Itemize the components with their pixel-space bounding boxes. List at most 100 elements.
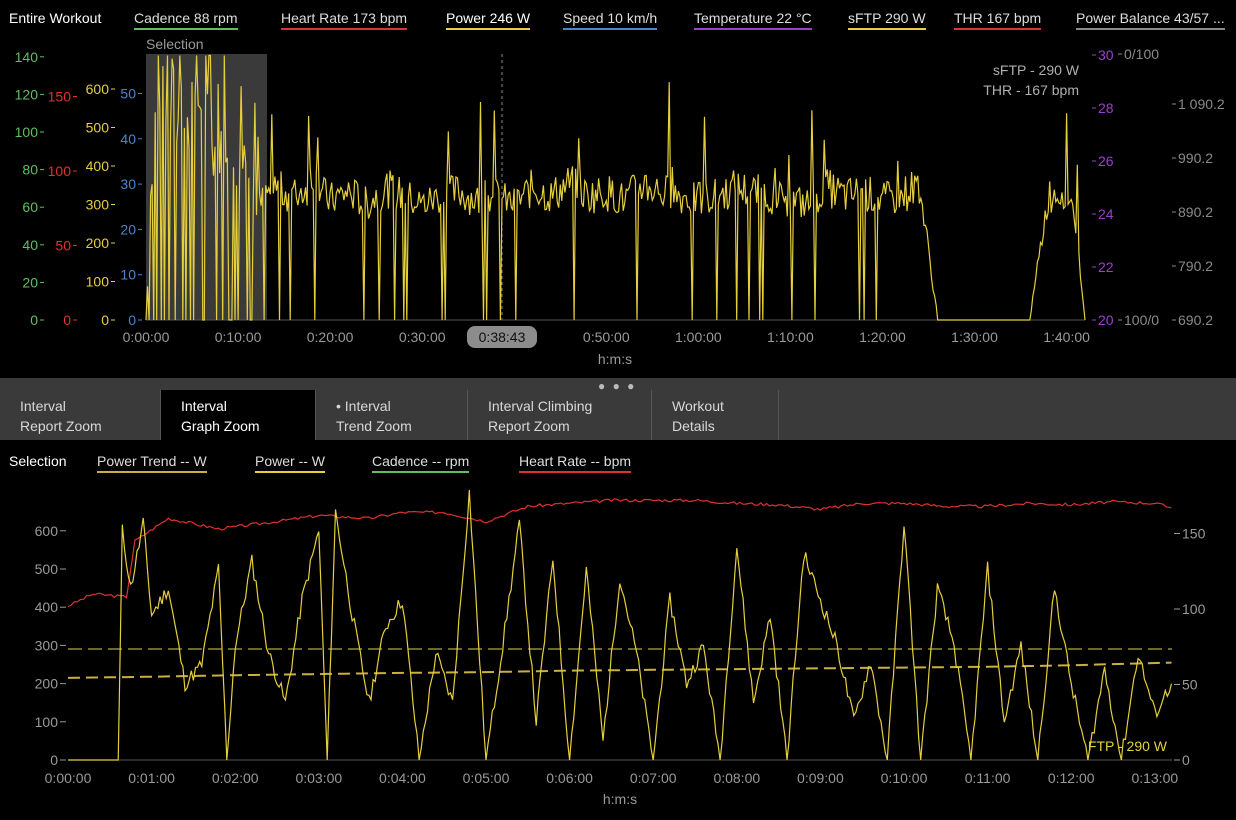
bottom-x-tick-label: 0:10:00 [881, 770, 928, 786]
left-axis-tick: 200 [35, 676, 59, 692]
cadence-axis-tick: 60 [22, 199, 38, 215]
selection-scope-label: Selection [9, 453, 67, 469]
workout-header: Entire Workout Cadence 88 rpm Heart Rate… [0, 0, 1236, 38]
cadence-axis-tick: 40 [22, 237, 38, 253]
bottom-x-axis-title: h:m:s [603, 791, 637, 807]
legend-temperature[interactable]: Temperature 22 °C [694, 10, 812, 30]
bottom-x-tick-label: 0:00:00 [45, 770, 92, 786]
tab-line1: Interval Climbing [488, 398, 593, 414]
selection-label: Selection [146, 36, 204, 52]
tab-line2: Details [672, 418, 715, 434]
power-axis-tick: 400 [86, 158, 110, 174]
tab-line1: Interval [181, 398, 227, 414]
temperature-axis-tick: 20 [1098, 312, 1114, 328]
top-x-tick-label: 1:10:00 [767, 329, 814, 345]
temperature-axis-tick: 28 [1098, 100, 1114, 116]
bottom-x-tick-label: 0:13:00 [1131, 770, 1178, 786]
legend-selection-heart-rate[interactable]: Heart Rate -- bpm [519, 453, 632, 473]
left-axis-tick: 500 [35, 561, 59, 577]
elevation-axis-tick: 990.2 [1178, 150, 1213, 166]
bottom-x-tick-label: 0:06:00 [546, 770, 593, 786]
heart_rate-axis-tick: 50 [55, 238, 71, 254]
bottom-x-tick-label: 0:11:00 [965, 770, 1011, 786]
top-x-tick-label: 1:00:00 [675, 329, 722, 345]
legend-speed[interactable]: Speed 10 km/h [563, 10, 658, 30]
legend-power-trend[interactable]: Power Trend -- W [97, 453, 207, 473]
power-axis-tick: 600 [86, 81, 110, 97]
legend-power-balance[interactable]: Power Balance 43/57 ... [1076, 10, 1225, 30]
heart_rate-axis-tick: 0 [63, 312, 71, 328]
thr-annotation: THR - 167 bpm [983, 82, 1079, 98]
legend-selection-power[interactable]: Power -- W [255, 453, 325, 473]
speed-axis-tick: 20 [120, 221, 136, 237]
temperature-axis-tick: 26 [1098, 153, 1114, 169]
bottom-x-tick-label: 0:05:00 [463, 770, 510, 786]
power-axis-tick: 200 [86, 235, 110, 251]
sftp-annotation: sFTP - 290 W [993, 62, 1080, 78]
top-x-tick-label: 0:10:00 [215, 329, 262, 345]
tab-line2: Report Zoom [488, 418, 570, 434]
elevation-axis-tick: 690.2 [1178, 312, 1213, 328]
tab-interval-climbing-report-zoom[interactable]: Interval Climbing Report Zoom [468, 390, 652, 440]
legend-power[interactable]: Power 246 W [446, 10, 531, 30]
top-x-tick-label: 1:30:00 [951, 329, 998, 345]
tab-interval-graph-zoom[interactable]: Interval Graph Zoom [161, 390, 316, 440]
tab-bar: Interval Report Zoom Interval Graph Zoom… [0, 390, 1236, 440]
speed-axis-tick: 30 [120, 176, 136, 192]
left-axis-tick: 600 [35, 523, 59, 539]
elevation-axis-tick: 1 090.2 [1178, 96, 1225, 112]
legend-thr[interactable]: THR 167 bpm [954, 10, 1042, 30]
bottom-x-tick-label: 0:04:00 [379, 770, 426, 786]
right-axis-tick: 150 [1182, 526, 1206, 542]
temperature-axis-tick: 22 [1098, 259, 1114, 275]
bottom-x-tick-label: 0:03:00 [295, 770, 342, 786]
power_balance-axis-tick: 0/100 [1124, 46, 1159, 62]
bottom-x-tick-label: 0:12:00 [1048, 770, 1095, 786]
ftp-annotation: FTP - 290 W [1088, 738, 1168, 754]
right-axis-tick: 50 [1182, 677, 1198, 693]
tab-line1: • Interval [336, 398, 391, 414]
heart_rate-axis-tick: 100 [48, 163, 72, 179]
temperature-axis-tick: 24 [1098, 206, 1114, 222]
speed-axis-tick: 50 [120, 86, 136, 102]
cursor-time-label: 0:38:43 [479, 329, 526, 345]
elevation-axis-tick: 790.2 [1178, 258, 1213, 274]
top-x-axis-title: h:m:s [598, 351, 632, 367]
top-x-tick-label: 1:40:00 [1043, 329, 1090, 345]
power-series-line [145, 54, 1086, 321]
entire-workout-chart[interactable]: 0204060801001201400501001500100200300400… [0, 36, 1236, 376]
selection-graph-chart[interactable]: 0 100 200 300 400 500 600 0 50 100 150 FTP - 290 W… [0, 480, 1236, 820]
right-axis-tick: 0 [1182, 752, 1190, 768]
legend-cadence[interactable]: Cadence 88 rpm [134, 10, 238, 30]
cadence-axis-tick: 100 [15, 124, 39, 140]
cadence-axis-tick: 140 [15, 49, 39, 65]
left-axis-tick: 400 [35, 599, 59, 615]
power-axis-tick: 100 [86, 274, 110, 290]
power_balance-axis-tick: 100/0 [1124, 312, 1159, 328]
tab-line1: Interval [20, 398, 66, 414]
power-axis-tick: 500 [86, 120, 110, 136]
tab-line2: Report Zoom [20, 418, 102, 434]
tab-workout-details[interactable]: Workout Details [652, 390, 779, 440]
top-x-tick-label: 0:30:00 [399, 329, 446, 345]
heart_rate-axis-tick: 150 [48, 89, 72, 105]
cadence-axis-tick: 0 [30, 312, 38, 328]
tab-interval-trend-zoom[interactable]: • Interval Trend Zoom [316, 390, 468, 440]
top-x-tick-label: 1:20:00 [859, 329, 906, 345]
cadence-axis-tick: 120 [15, 86, 39, 102]
bottom-x-tick-label: 0:02:00 [212, 770, 259, 786]
legend-heart-rate[interactable]: Heart Rate 173 bpm [281, 10, 408, 30]
tab-line2: Trend Zoom [336, 418, 412, 434]
bottom-x-tick-label: 0:01:00 [128, 770, 175, 786]
cadence-axis-tick: 80 [22, 162, 38, 178]
speed-axis-tick: 40 [120, 131, 136, 147]
entire-workout-label: Entire Workout [9, 10, 102, 26]
tab-line2: Graph Zoom [181, 418, 260, 434]
left-axis-tick: 0 [50, 752, 58, 768]
top-x-tick-label: 0:50:00 [583, 329, 630, 345]
tab-interval-report-zoom[interactable]: Interval Report Zoom [0, 390, 161, 440]
legend-selection-cadence[interactable]: Cadence -- rpm [372, 453, 470, 473]
legend-sftp[interactable]: sFTP 290 W [848, 10, 926, 30]
speed-axis-tick: 0 [128, 312, 136, 328]
bottom-x-tick-label: 0:08:00 [713, 770, 760, 786]
